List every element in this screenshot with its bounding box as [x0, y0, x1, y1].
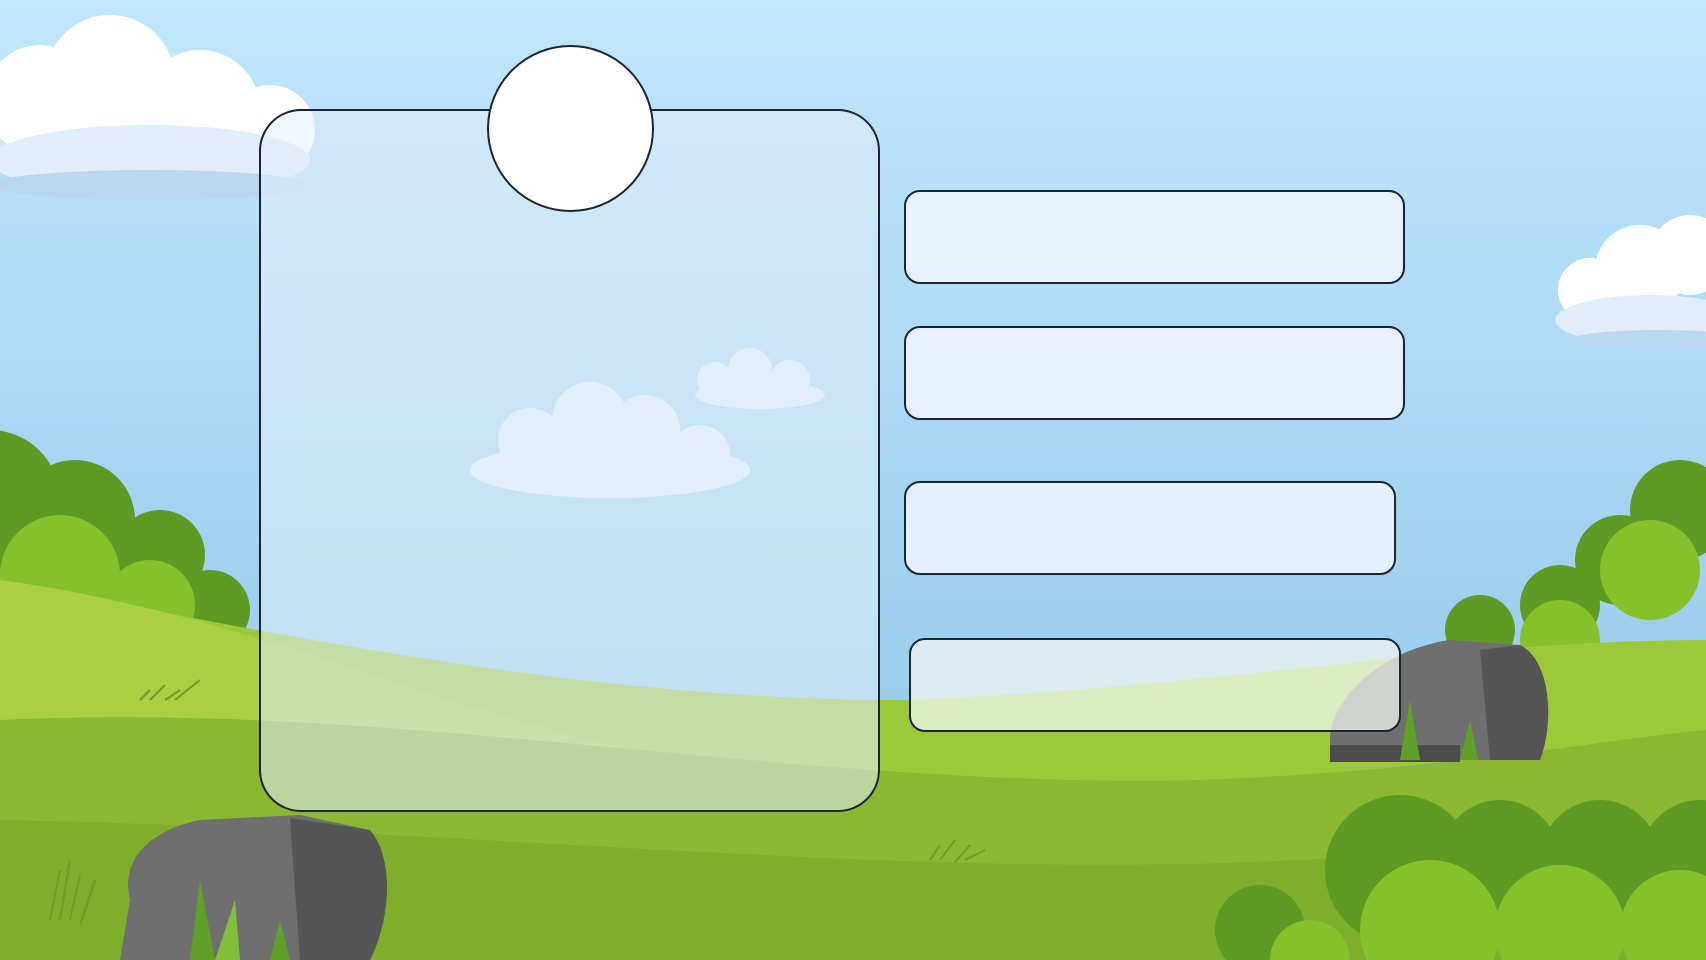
answer-option-2[interactable]	[904, 326, 1405, 420]
rock-left	[120, 815, 387, 960]
question-panel	[259, 109, 880, 812]
question-image-circle	[487, 45, 654, 212]
answer-option-3[interactable]	[904, 481, 1396, 575]
answer-option-1[interactable]	[904, 190, 1405, 284]
answer-option-4[interactable]	[909, 638, 1401, 732]
